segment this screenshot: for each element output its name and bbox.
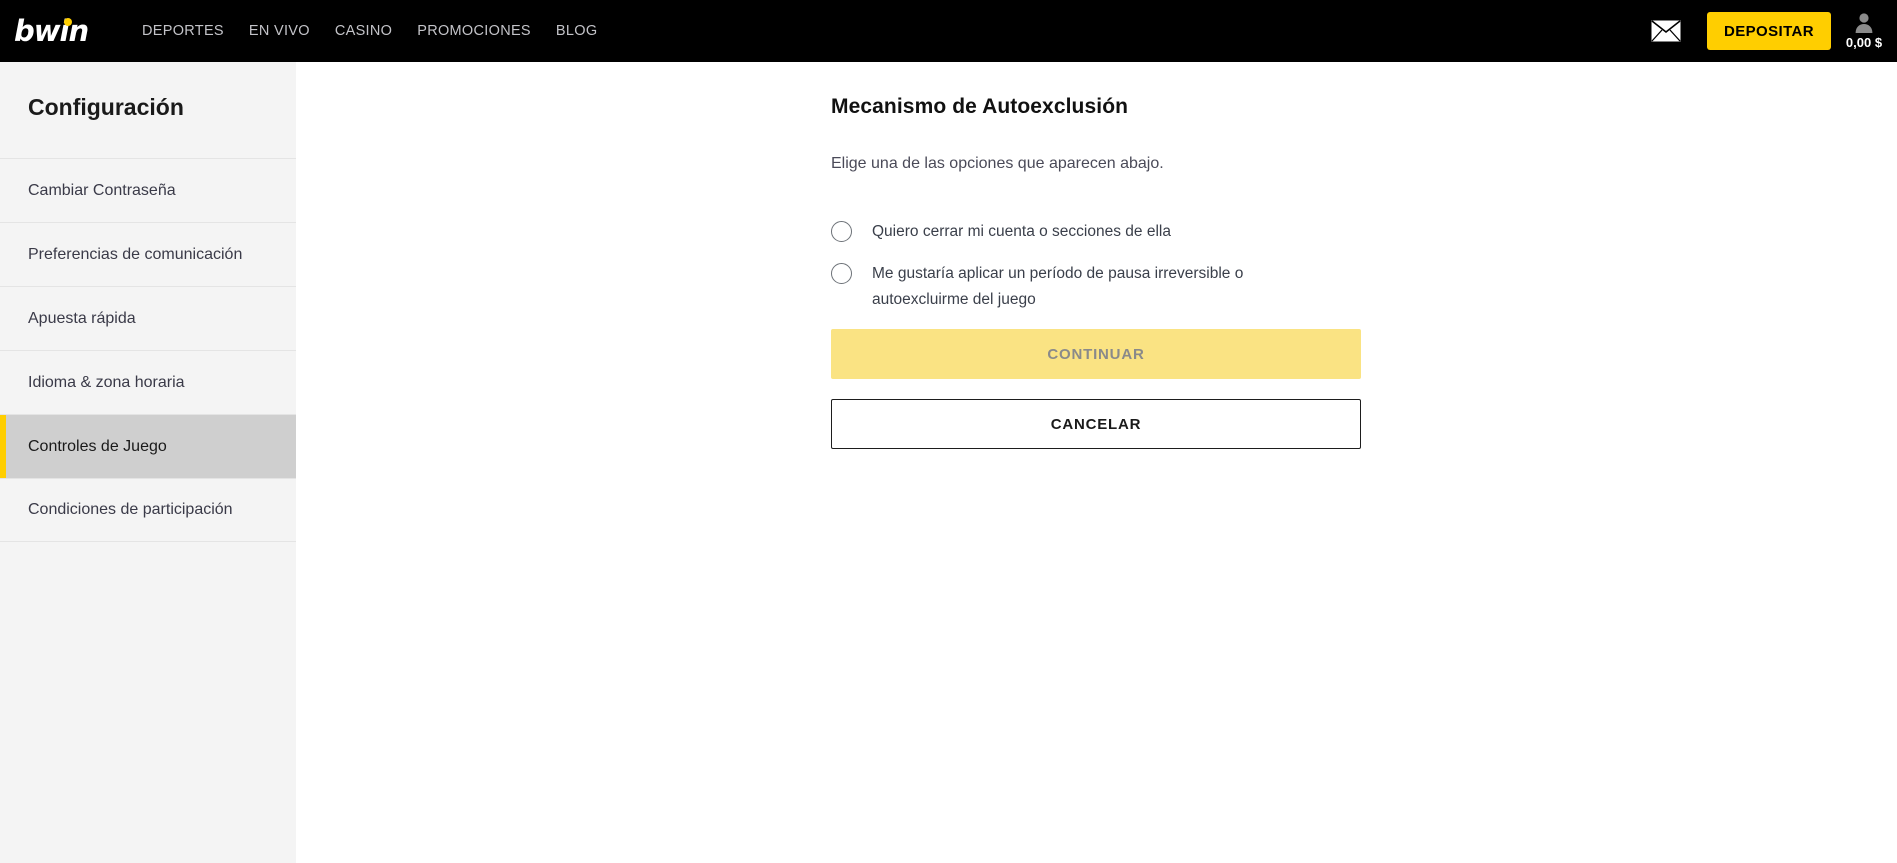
continue-button[interactable]: CONTINUAR bbox=[831, 329, 1361, 379]
nav-item-promociones[interactable]: PROMOCIONES bbox=[417, 0, 531, 62]
top-header: bwin DEPORTES EN VIVO CASINO PROMOCIONES… bbox=[0, 0, 1897, 62]
sidebar-item-label: Cambiar Contraseña bbox=[28, 181, 176, 199]
sidebar-item-apuesta-rapida[interactable]: Apuesta rápida bbox=[0, 286, 296, 350]
nav-item-en-vivo[interactable]: EN VIVO bbox=[249, 0, 310, 62]
cancel-button[interactable]: CANCELAR bbox=[831, 399, 1361, 449]
main-navigation: DEPORTES EN VIVO CASINO PROMOCIONES BLOG bbox=[142, 0, 597, 62]
bwin-logo-text: bwin bbox=[14, 13, 89, 48]
sidebar-item-label: Preferencias de comunicación bbox=[28, 245, 243, 263]
option-take-a-break[interactable]: Me gustaría aplicar un período de pausa … bbox=[831, 261, 1371, 313]
sidebar-item-label: Condiciones de participación bbox=[28, 501, 233, 518]
sidebar-title: Configuración bbox=[28, 94, 184, 120]
option-radio-group: Quiero cerrar mi cuenta o secciones de e… bbox=[831, 219, 1371, 313]
bwin-logo[interactable]: bwin bbox=[14, 14, 92, 48]
account-balance-widget[interactable]: 0,00 $ bbox=[1831, 0, 1897, 62]
option-label: Me gustaría aplicar un período de pausa … bbox=[872, 265, 1244, 308]
option-label: Quiero cerrar mi cuenta o secciones de e… bbox=[872, 223, 1171, 240]
sidebar-item-preferencias-de-comunicacion[interactable]: Preferencias de comunicación bbox=[0, 222, 296, 286]
page-subtitle: Elige una de las opciones que aparecen a… bbox=[831, 155, 1164, 172]
nav-item-casino[interactable]: CASINO bbox=[335, 0, 392, 62]
sidebar-item-condiciones-de-participacion[interactable]: Condiciones de participación bbox=[0, 478, 296, 542]
sidebar-item-label: Apuesta rápida bbox=[28, 309, 136, 327]
sidebar-item-controles-de-juego[interactable]: Controles de Juego bbox=[0, 414, 296, 478]
sidebar-item-label: Controles de Juego bbox=[28, 437, 167, 455]
header-actions: DEPOSITAR 0,00 $ bbox=[1651, 0, 1897, 62]
person-icon bbox=[1855, 13, 1873, 33]
page-title: Mecanismo de Autoexclusión bbox=[831, 95, 1129, 118]
nav-item-blog[interactable]: BLOG bbox=[556, 0, 598, 62]
main-content: Mecanismo de Autoexclusión Elige una de … bbox=[296, 62, 1897, 863]
nav-item-deportes[interactable]: DEPORTES bbox=[142, 0, 224, 62]
settings-sidebar: Configuración Cambiar Contraseña Prefere… bbox=[0, 62, 296, 863]
sidebar-item-cambiar-contrasena[interactable]: Cambiar Contraseña bbox=[0, 158, 296, 222]
deposit-button[interactable]: DEPOSITAR bbox=[1707, 12, 1831, 50]
radio-button-icon[interactable] bbox=[831, 263, 852, 284]
envelope-icon[interactable] bbox=[1651, 20, 1681, 42]
radio-button-icon[interactable] bbox=[831, 221, 852, 242]
self-exclusion-panel: Mecanismo de Autoexclusión Elige una de … bbox=[831, 95, 1371, 449]
bwin-logo-dot-icon bbox=[64, 18, 72, 26]
account-balance-text: 0,00 $ bbox=[1845, 35, 1883, 50]
option-close-account[interactable]: Quiero cerrar mi cuenta o secciones de e… bbox=[831, 219, 1371, 245]
sidebar-item-idioma-zona-horaria[interactable]: Idioma & zona horaria bbox=[0, 350, 296, 414]
sidebar-item-label: Idioma & zona horaria bbox=[28, 373, 185, 391]
